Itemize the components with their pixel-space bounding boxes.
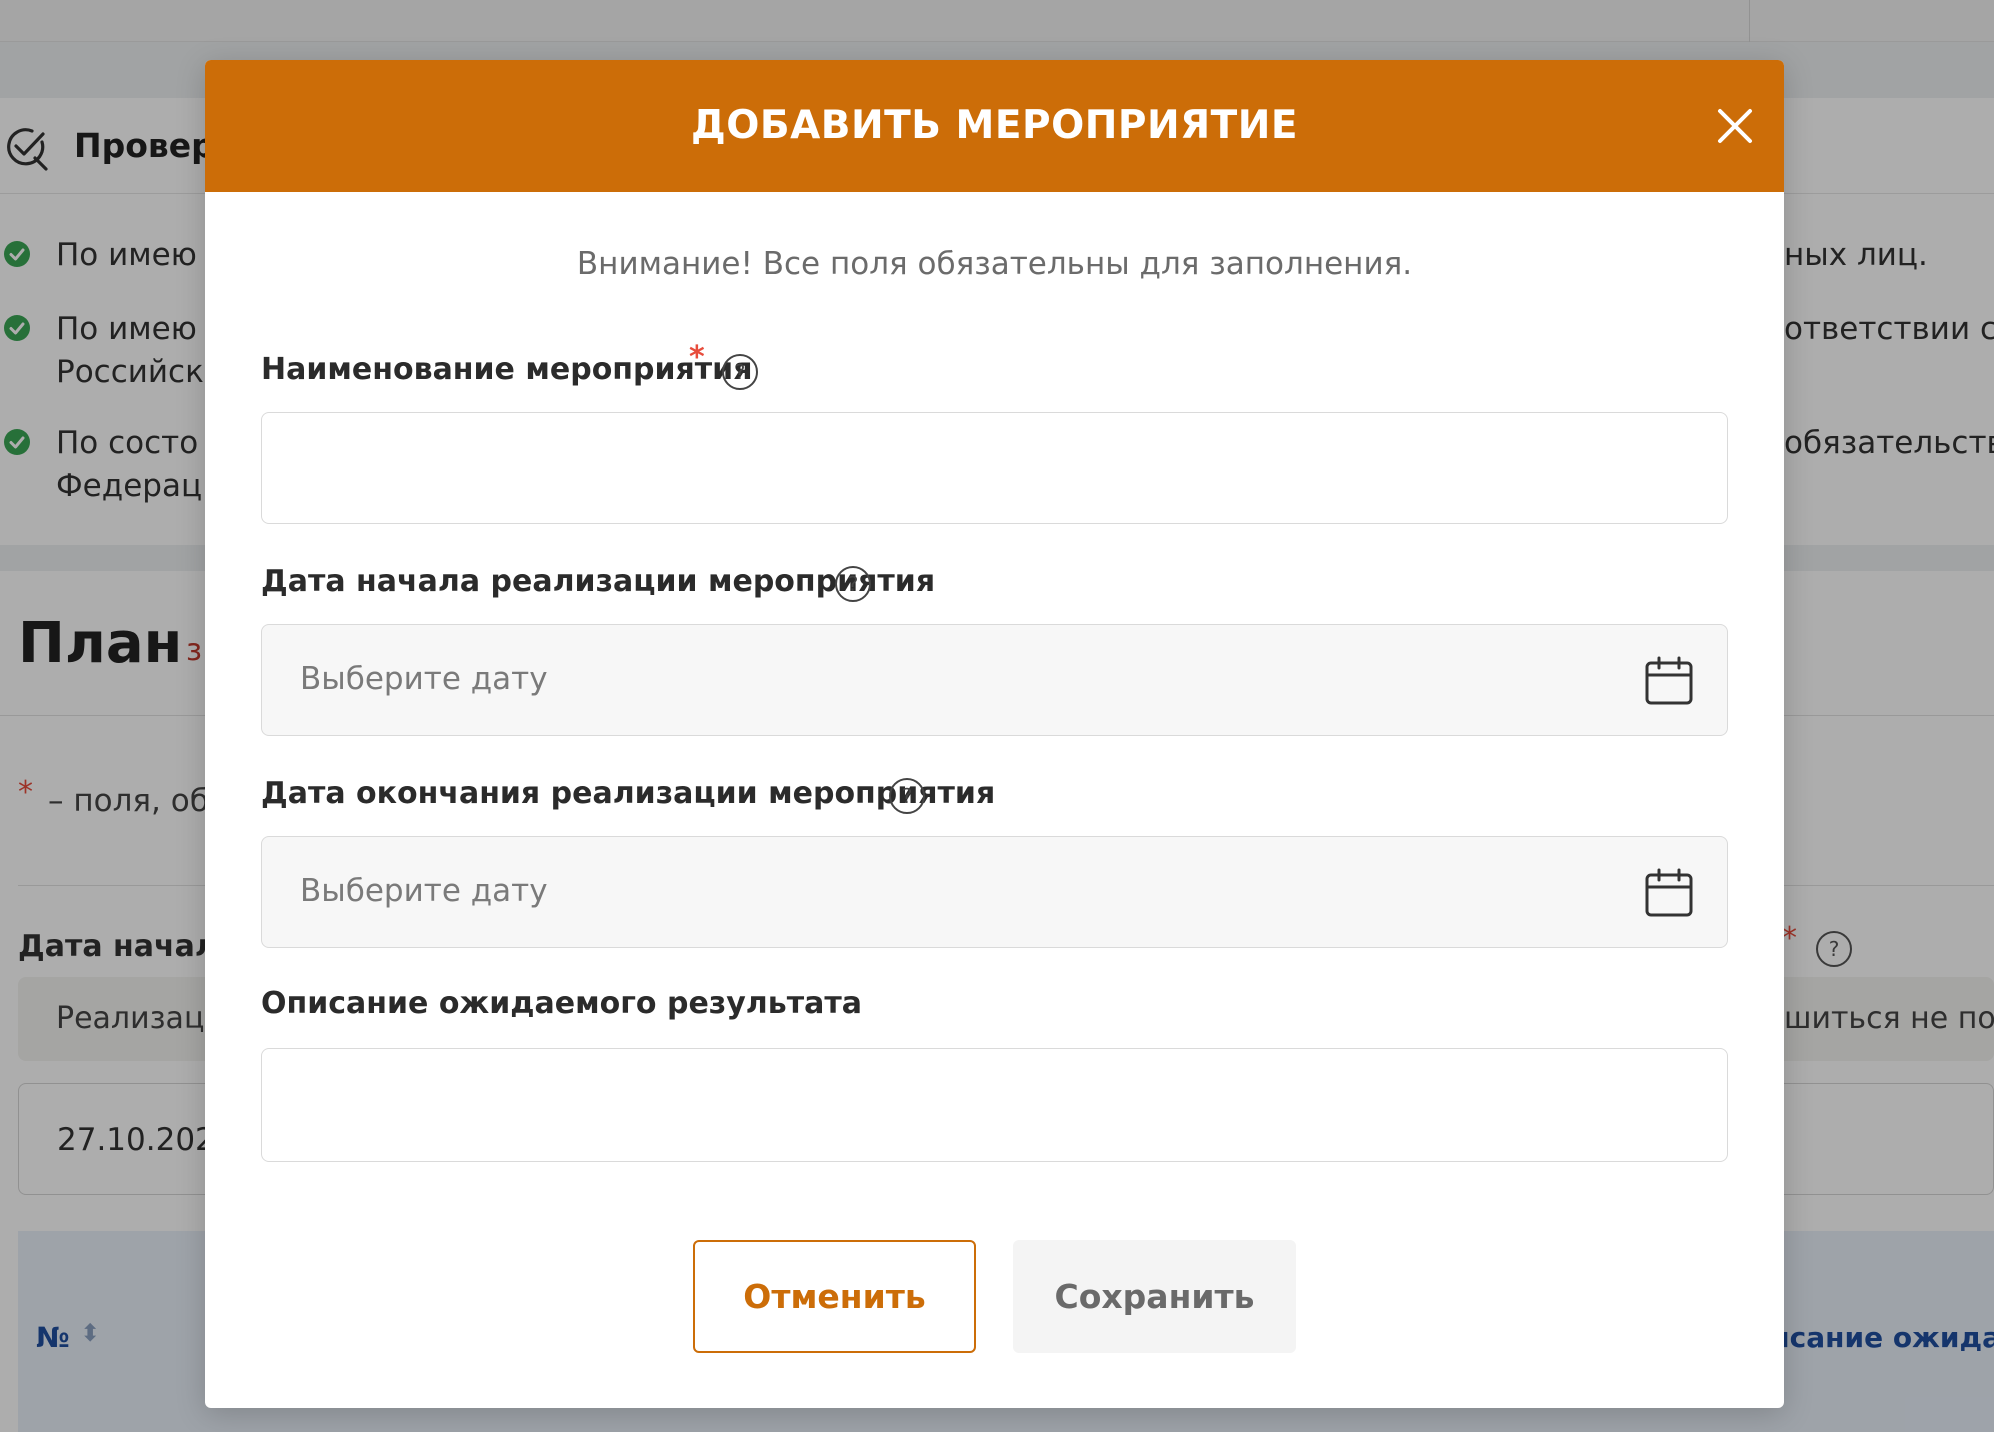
add-event-modal: ДОБАВИТЬ МЕРОПРИЯТИЕ Внимание! Все поля … xyxy=(205,60,1784,1408)
calendar-icon[interactable] xyxy=(1644,867,1694,919)
start-date-label: Дата начала реализации мероприятия xyxy=(261,564,936,599)
modal-title: ДОБАВИТЬ МЕРОПРИЯТИЕ xyxy=(690,103,1299,148)
expected-result-label: Описание ожидаемого результата xyxy=(261,986,862,1021)
event-name-label: Наименование мероприятия xyxy=(261,352,753,387)
help-icon[interactable]: ? xyxy=(722,354,758,390)
end-date-picker[interactable]: Выберите дату xyxy=(261,836,1728,948)
expected-result-input[interactable] xyxy=(261,1048,1728,1162)
required-notice: Внимание! Все поля обязательны для запол… xyxy=(576,246,1413,282)
start-date-placeholder: Выберите дату xyxy=(300,661,548,697)
start-date-picker[interactable]: Выберите дату xyxy=(261,624,1728,736)
modal-header: ДОБАВИТЬ МЕРОПРИЯТИЕ xyxy=(205,60,1784,192)
end-date-label: Дата окончания реализации мероприятия xyxy=(261,776,996,811)
cancel-button[interactable]: Отменить xyxy=(693,1240,976,1353)
calendar-icon[interactable] xyxy=(1644,655,1694,707)
help-icon[interactable]: ? xyxy=(835,566,871,602)
end-date-placeholder: Выберите дату xyxy=(300,873,548,909)
help-icon[interactable]: ? xyxy=(889,778,925,814)
save-button[interactable]: Сохранить xyxy=(1013,1240,1296,1353)
event-name-input[interactable] xyxy=(261,412,1728,524)
required-star: * xyxy=(689,340,705,375)
close-icon[interactable] xyxy=(1711,102,1759,150)
